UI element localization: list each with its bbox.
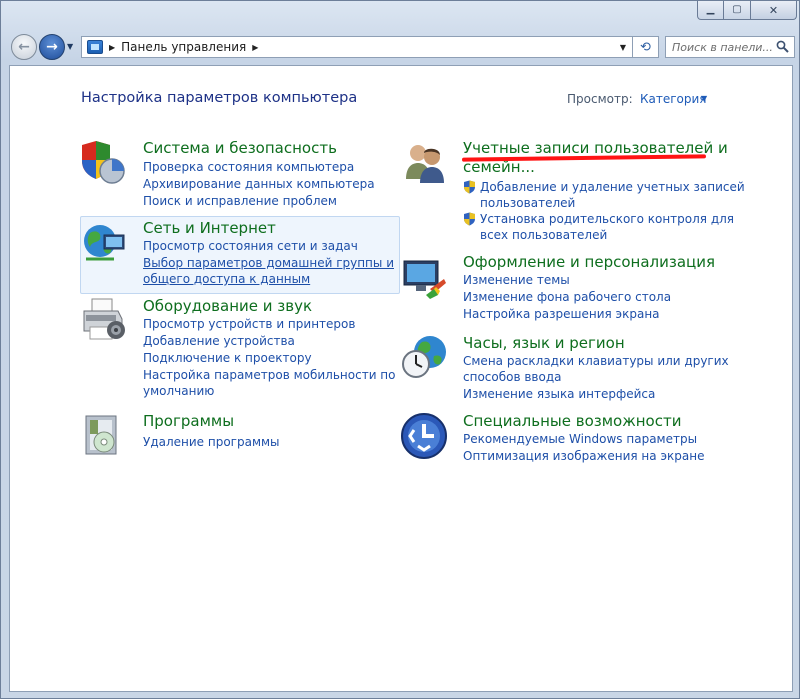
back-button[interactable]: ←	[11, 34, 37, 60]
search-input[interactable]: Поиск в панели...	[665, 36, 795, 58]
minimize-button[interactable]: ▁	[697, 1, 724, 20]
back-arrow-icon: ←	[18, 39, 30, 55]
search-placeholder: Поиск в панели...	[672, 40, 773, 54]
uac-shield-icon	[464, 212, 475, 226]
view-by-dropdown[interactable]: Категория	[640, 92, 707, 106]
search-icon[interactable]	[776, 40, 789, 53]
link-screen-resolution[interactable]: Настройка разрешения экрана	[463, 306, 660, 322]
link-parental-controls[interactable]: Установка родительского контроля для	[480, 211, 734, 227]
accessibility-icon[interactable]	[400, 412, 448, 460]
breadcrumb-control-panel[interactable]: Панель управления	[121, 40, 246, 54]
maximize-button[interactable]: ▢	[724, 1, 751, 20]
shield-icon[interactable]	[80, 139, 128, 187]
link-recommended-settings[interactable]: Рекомендуемые Windows параметры	[463, 431, 697, 447]
link-projector[interactable]: Подключение к проектору	[143, 350, 312, 366]
address-dropdown-button[interactable]: ▼	[614, 37, 632, 57]
address-bar[interactable]: ▶ Панель управления ▶ ▼	[81, 36, 633, 58]
minimize-icon: ▁	[706, 4, 715, 15]
dropdown-arrow-icon[interactable]: ▼	[701, 94, 707, 103]
control-panel-icon	[87, 40, 103, 54]
users-icon[interactable]	[400, 139, 448, 187]
window-caption-buttons: ▁ ▢ ✕	[697, 1, 797, 20]
link-homegroup[interactable]: Выбор параметров домашней группы и	[143, 255, 394, 271]
link-mobility-cont[interactable]: умолчанию	[143, 383, 214, 399]
link-network-status[interactable]: Просмотр состояния сети и задач	[143, 238, 358, 254]
category-title-system-security[interactable]: Система и безопасность	[143, 139, 337, 157]
refresh-icon: ⟲	[640, 39, 651, 55]
network-globe-icon[interactable]	[80, 219, 128, 267]
close-icon: ✕	[768, 3, 779, 17]
printer-icon[interactable]	[80, 297, 128, 345]
page-title: Настройка параметров компьютера	[81, 90, 358, 106]
link-parental-controls-cont[interactable]: всех пользователей	[480, 227, 607, 243]
category-title-network[interactable]: Сеть и Интернет	[143, 219, 276, 237]
recent-pages-dropdown[interactable]: ▼	[67, 42, 73, 51]
link-homegroup-cont[interactable]: общего доступа к данным	[143, 271, 310, 287]
category-title-hardware[interactable]: Оборудование и звук	[143, 297, 312, 315]
link-optimize-display[interactable]: Оптимизация изображения на экране	[463, 448, 704, 464]
link-check-status[interactable]: Проверка состояния компьютера	[143, 159, 354, 175]
navigation-bar: ← → ▼ ▶ Панель управления ▶ ▼ ⟲ Поиск в …	[9, 33, 795, 61]
view-by-label: Просмотр:	[567, 92, 633, 106]
content-pane: Настройка параметров компьютера Просмотр…	[9, 65, 793, 692]
category-title-clock-region[interactable]: Часы, язык и регион	[463, 334, 625, 352]
link-add-device[interactable]: Добавление устройства	[143, 333, 295, 349]
forward-button[interactable]: →	[39, 34, 65, 60]
link-display-language[interactable]: Изменение языка интерфейса	[463, 386, 655, 402]
link-keyboard-layout-cont[interactable]: способов ввода	[463, 369, 562, 385]
link-desktop-background[interactable]: Изменение фона рабочего стола	[463, 289, 671, 305]
programs-icon[interactable]	[80, 412, 128, 460]
refresh-button[interactable]: ⟲	[633, 36, 659, 58]
breadcrumb-chevron-icon[interactable]: ▶	[109, 43, 115, 52]
link-devices-printers[interactable]: Просмотр устройств и принтеров	[143, 316, 355, 332]
link-add-remove-accounts-cont[interactable]: пользователей	[480, 195, 575, 211]
close-button[interactable]: ✕	[751, 1, 797, 20]
forward-arrow-icon: →	[46, 39, 58, 55]
link-backup[interactable]: Архивирование данных компьютера	[143, 176, 375, 192]
maximize-icon: ▢	[732, 4, 742, 15]
clock-globe-icon[interactable]	[400, 334, 448, 382]
link-add-remove-accounts[interactable]: Добавление и удаление учетных записей	[480, 179, 745, 195]
appearance-icon[interactable]	[400, 253, 448, 301]
breadcrumb-chevron-icon[interactable]: ▶	[252, 43, 258, 52]
category-title-appearance[interactable]: Оформление и персонализация	[463, 253, 715, 271]
link-change-theme[interactable]: Изменение темы	[463, 272, 570, 288]
link-keyboard-layout[interactable]: Смена раскладки клавиатуры или других	[463, 353, 729, 369]
link-troubleshoot[interactable]: Поиск и исправление проблем	[143, 193, 337, 209]
category-title-programs[interactable]: Программы	[143, 412, 234, 430]
control-panel-window: ▁ ▢ ✕ ← → ▼ ▶ Панель управления ▶ ▼ ⟲ По…	[0, 0, 800, 699]
link-uninstall[interactable]: Удаление программы	[143, 434, 280, 450]
category-title-accessibility[interactable]: Специальные возможности	[463, 412, 681, 430]
link-mobility[interactable]: Настройка параметров мобильности по	[143, 367, 396, 383]
uac-shield-icon	[464, 180, 475, 194]
